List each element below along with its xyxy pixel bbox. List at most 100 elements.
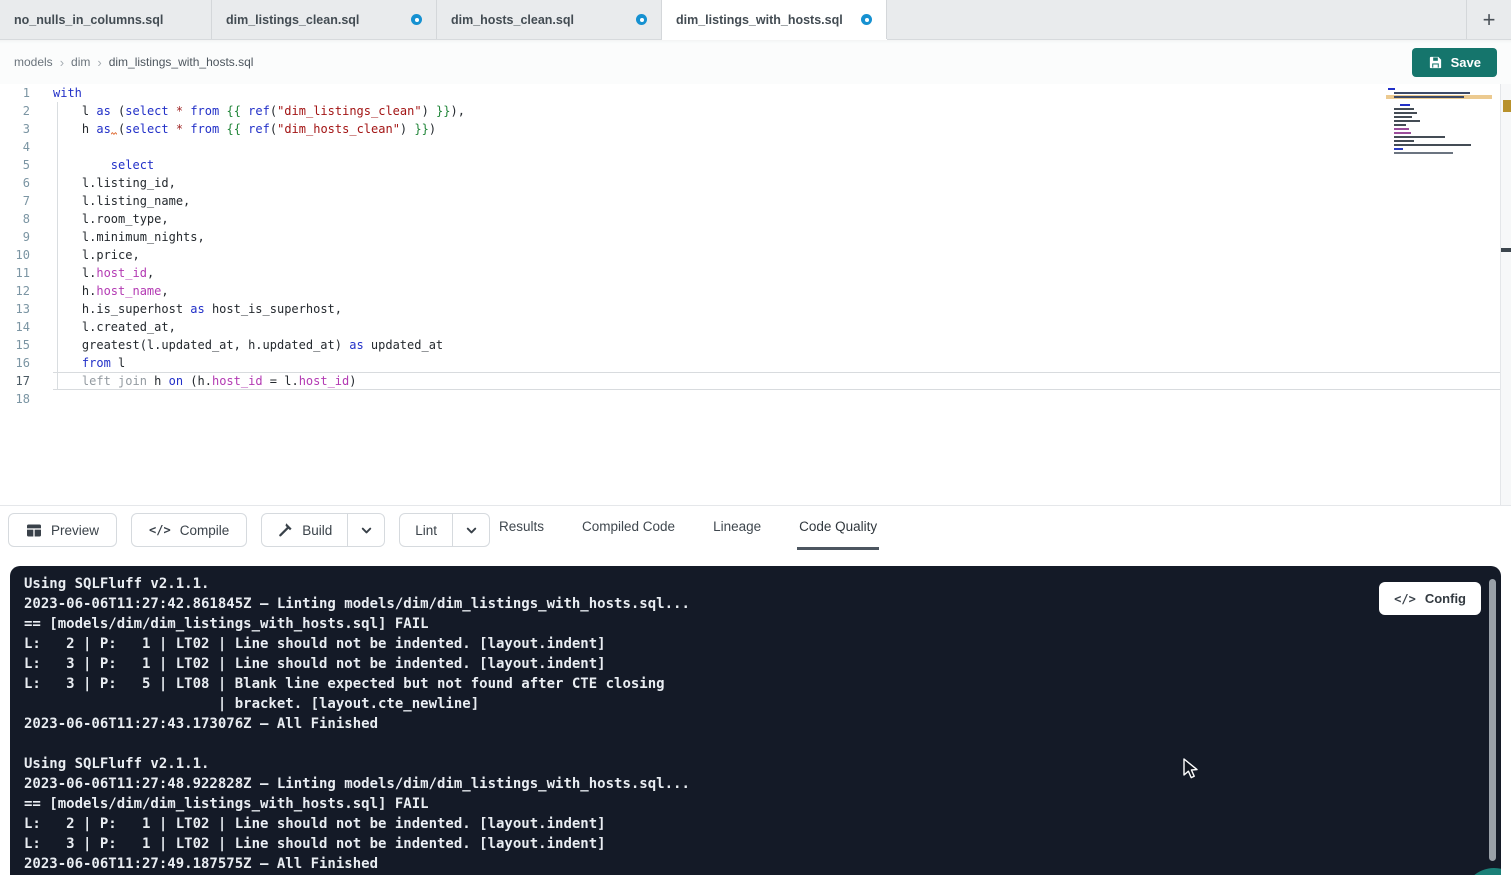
code-line[interactable]: 5 select — [0, 156, 1511, 174]
minimap-row — [1388, 104, 1490, 106]
code-line[interactable]: 4 — [0, 138, 1511, 156]
minimap-row — [1388, 136, 1490, 138]
line-number: 5 — [0, 156, 30, 174]
line-number: 18 — [0, 390, 30, 408]
code-line[interactable]: 3 h as (select * from {{ ref("dim_hosts_… — [0, 120, 1511, 138]
line-number: 14 — [0, 318, 30, 336]
build-button-group: Build — [261, 513, 385, 547]
minimap-row — [1388, 144, 1490, 146]
console-scrollbar[interactable] — [1489, 579, 1496, 861]
minimap-row — [1388, 152, 1490, 154]
breadcrumb-item-file: dim_listings_with_hosts.sql — [109, 55, 254, 69]
tab-bar-spacer — [887, 0, 1466, 39]
file-tab-label: dim_listings_with_hosts.sql — [676, 13, 843, 27]
lint-button[interactable]: Lint — [400, 514, 453, 546]
code-line[interactable]: 11 l.host_id, — [0, 264, 1511, 282]
code-text: select — [53, 156, 1511, 174]
code-line[interactable]: 6 l.listing_id, — [0, 174, 1511, 192]
breadcrumb-item-models[interactable]: models — [14, 55, 53, 69]
line-number: 8 — [0, 210, 30, 228]
code-line[interactable]: 9 l.minimum_nights, — [0, 228, 1511, 246]
code-line[interactable]: 17 left join h on (h.host_id = l.host_id… — [0, 372, 1511, 390]
code-text — [53, 390, 1511, 408]
code-line[interactable]: 10 l.price, — [0, 246, 1511, 264]
code-line[interactable]: 7 l.listing_name, — [0, 192, 1511, 210]
code-text: l.price, — [53, 246, 1511, 264]
compile-button[interactable]: </> Compile — [131, 513, 247, 547]
code-text: l.listing_name, — [53, 192, 1511, 210]
line-number: 6 — [0, 174, 30, 192]
tab-compiled-code[interactable]: Compiled Code — [580, 506, 677, 550]
file-tab-dim-listings-with-hosts[interactable]: dim_listings_with_hosts.sql — [662, 0, 887, 39]
minimap-row — [1388, 124, 1490, 126]
line-number: 15 — [0, 336, 30, 354]
preview-button[interactable]: Preview — [8, 513, 117, 547]
line-number: 11 — [0, 264, 30, 282]
lint-dropdown-button[interactable] — [453, 514, 489, 546]
warning-marker — [1503, 100, 1511, 112]
code-line[interactable]: 12 h.host_name, — [0, 282, 1511, 300]
minimap-row — [1388, 96, 1490, 98]
code-line[interactable]: 1with — [0, 84, 1511, 102]
config-button-label: Config — [1425, 591, 1466, 606]
config-button[interactable]: </> Config — [1379, 582, 1481, 615]
file-tab-bar: no_nulls_in_columns.sql dim_listings_cle… — [0, 0, 1511, 40]
minimap-row — [1388, 120, 1490, 122]
indent-guide-line — [57, 102, 58, 390]
breadcrumb-item-dim[interactable]: dim — [71, 55, 90, 69]
code-text: from l — [53, 354, 1511, 372]
code-line[interactable]: 15 greatest(l.updated_at, h.updated_at) … — [0, 336, 1511, 354]
new-tab-button[interactable]: + — [1467, 0, 1511, 39]
code-text: l.minimum_nights, — [53, 228, 1511, 246]
minimap-row — [1388, 132, 1490, 134]
file-tab-dim-listings-clean[interactable]: dim_listings_clean.sql — [212, 0, 437, 39]
tab-results[interactable]: Results — [497, 506, 546, 550]
code-line[interactable]: 13 h.is_superhost as host_is_superhost, — [0, 300, 1511, 318]
unsaved-changes-dot-icon — [636, 14, 647, 25]
lint-output-console[interactable]: Using SQLFluff v2.1.1. 2023-06-06T11:27:… — [10, 566, 1501, 875]
result-panel-tabs: Results Compiled Code Lineage Code Quali… — [497, 506, 879, 550]
file-tab-no-nulls-in-columns[interactable]: no_nulls_in_columns.sql — [0, 0, 212, 39]
build-button[interactable]: Build — [262, 514, 348, 546]
editor-minimap[interactable] — [1388, 88, 1490, 156]
chevron-down-icon — [360, 524, 373, 537]
file-tab-dim-hosts-clean[interactable]: dim_hosts_clean.sql — [437, 0, 662, 39]
minimap-row — [1388, 140, 1490, 142]
save-button[interactable]: Save — [1412, 48, 1497, 77]
code-line[interactable]: 2 l as (select * from {{ ref("dim_listin… — [0, 102, 1511, 120]
minimap-row — [1388, 116, 1490, 118]
breadcrumb-bar: models › dim › dim_listings_with_hosts.s… — [0, 40, 1511, 84]
line-number: 9 — [0, 228, 30, 246]
code-line[interactable]: 8 l.room_type, — [0, 210, 1511, 228]
line-number: 12 — [0, 282, 30, 300]
console-output-text: Using SQLFluff v2.1.1. 2023-06-06T11:27:… — [10, 566, 1501, 875]
file-tab-label: no_nulls_in_columns.sql — [14, 13, 163, 27]
code-line[interactable]: 16 from l — [0, 354, 1511, 372]
code-line[interactable]: 18 — [0, 390, 1511, 408]
tab-code-quality[interactable]: Code Quality — [797, 506, 879, 550]
overview-ruler[interactable] — [1500, 84, 1511, 505]
build-dropdown-button[interactable] — [348, 514, 384, 546]
bottom-panel: Preview </> Compile Build — [0, 505, 1511, 875]
minimap-row — [1388, 108, 1490, 110]
line-number: 10 — [0, 246, 30, 264]
file-tab-label: dim_listings_clean.sql — [226, 13, 359, 27]
lint-button-group: Lint — [399, 513, 490, 547]
line-number: 4 — [0, 138, 30, 156]
dbt-ide-app: no_nulls_in_columns.sql dim_listings_cle… — [0, 0, 1511, 875]
code-text: with — [53, 84, 1511, 102]
editor-lines: 1with2 l as (select * from {{ ref("dim_l… — [0, 84, 1511, 408]
sql-code-editor[interactable]: 1with2 l as (select * from {{ ref("dim_l… — [0, 84, 1511, 505]
action-toolbar: Preview </> Compile Build — [8, 513, 490, 547]
line-number: 17 — [0, 372, 30, 390]
unsaved-changes-dot-icon — [861, 14, 872, 25]
code-text: left join h on (h.host_id = l.host_id) — [53, 372, 1511, 390]
chevron-down-icon — [465, 524, 478, 537]
tab-lineage[interactable]: Lineage — [711, 506, 763, 550]
code-text — [53, 138, 1511, 156]
unsaved-changes-dot-icon — [411, 14, 422, 25]
save-button-label: Save — [1451, 55, 1481, 70]
mouse-cursor — [1183, 758, 1201, 785]
code-line[interactable]: 14 l.created_at, — [0, 318, 1511, 336]
code-text: h.is_superhost as host_is_superhost, — [53, 300, 1511, 318]
